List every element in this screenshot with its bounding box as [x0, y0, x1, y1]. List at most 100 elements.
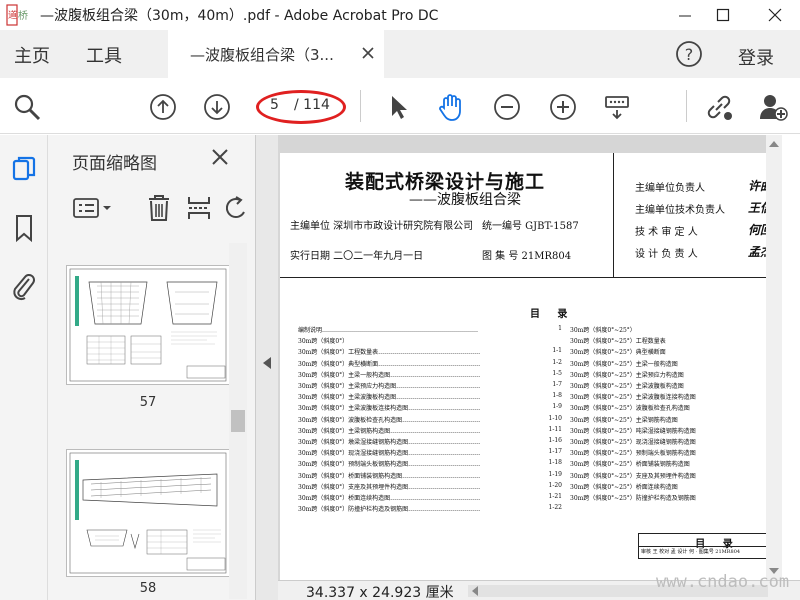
page-dimensions: 34.337 x 24.923 厘米: [306, 585, 454, 600]
toolbar-divider: [360, 90, 361, 122]
cursor-arrow-icon: [392, 96, 407, 119]
close-panel-icon[interactable]: [210, 147, 230, 167]
scroll-left-arrow-icon[interactable]: [472, 586, 478, 596]
toc-entry[interactable]: 30m跨（斜度0°~25°）典型横断面: [570, 347, 770, 356]
options-menu-icon: [73, 198, 111, 218]
panel-splitter[interactable]: [256, 135, 278, 600]
window-title: —波腹板组合梁（30m，40m）.pdf - Adobe Acrobat Pro…: [40, 8, 439, 24]
toc-entry[interactable]: 30m跨（斜度0°~25°）预制端头板钢筋构造图: [570, 448, 770, 457]
document-scrollbar[interactable]: [766, 135, 782, 580]
panel-title: 页面缩略图: [72, 154, 157, 174]
toc-entry[interactable]: 30m跨（斜度0°）主梁波腹板连接构造图………………………………: [298, 403, 528, 412]
toc-entry[interactable]: 30m跨（斜度0°~25°）: [570, 325, 770, 334]
add-user-button[interactable]: [758, 92, 788, 122]
toc-entry[interactable]: 30m跨（斜度0°）主梁波腹板构造图……………………………………: [298, 392, 528, 401]
toc-entry[interactable]: 30m跨（斜度0°~25°）波腹板检查孔构造图: [570, 403, 770, 412]
toc-entry[interactable]: 30m跨（斜度0°~25°）工程数量表: [570, 336, 770, 345]
toc-entry[interactable]: 30m跨（斜度0°）波腹板检查孔构造图…………………………………: [298, 415, 528, 424]
toc-entry[interactable]: 30m跨（斜度0°）: [298, 336, 528, 345]
toc-entry-page: 1-11: [548, 425, 562, 433]
rotate-page-button[interactable]: [226, 193, 246, 223]
toc-entry-page: 1-9: [552, 403, 562, 411]
toc-entry[interactable]: 30m跨（斜度0°）工程数量表……………………………………………: [298, 347, 528, 356]
page-thumbnails-button[interactable]: [10, 155, 38, 185]
tab-document[interactable]: —波腹板组合梁（3...: [168, 30, 384, 78]
svg-text:?: ?: [685, 45, 694, 64]
toc-entry[interactable]: 30m跨（斜度0°~25°）主梁预应力构造图: [570, 370, 770, 379]
tab-home[interactable]: 主页: [14, 42, 50, 68]
page-display-icon: [605, 96, 629, 120]
find-button[interactable]: [12, 92, 42, 122]
toc-entry-page: 1-8: [552, 392, 562, 400]
collapse-panel-arrow-icon[interactable]: [263, 357, 271, 369]
toc-entry[interactable]: 30m跨（斜度0°）主梁预应力构造图……………………………………: [298, 381, 528, 390]
toc-entry-page: 1-20: [548, 481, 562, 489]
toc-entry[interactable]: 30m跨（斜度0°）防撞护栏构造及钢筋图………………………………: [298, 504, 528, 513]
delete-page-button[interactable]: [146, 193, 172, 223]
toc-entry[interactable]: 30m跨（斜度0°）墩梁湿接缝钢筋构造图………………………………: [298, 437, 528, 446]
toc-entry[interactable]: 30m跨（斜度0°~25°）主梁钢筋构造图: [570, 415, 770, 424]
document-viewport[interactable]: 装配式桥梁设计与施工 ——波腹板组合梁 主编单位 深圳市市政设计研究院有限公司 …: [278, 135, 782, 580]
trash-icon: [149, 195, 169, 221]
toc-entry-page: 1-22: [548, 504, 562, 512]
toc-entry-page: 1-18: [548, 459, 562, 467]
toc-entry[interactable]: 30m跨（斜度0°~25°）主梁一般构造图: [570, 359, 770, 368]
signer-role: 主编单位负责人: [635, 183, 705, 194]
signer-role: 主编单位技术负责人: [635, 205, 725, 216]
toc-entry[interactable]: 30m跨（斜度0°）支座及其预埋件构造图………………………………: [298, 482, 528, 491]
page-thumbnail[interactable]: [66, 265, 230, 385]
toc-entry-page: 1-2: [552, 358, 562, 366]
toc-entry[interactable]: 30m跨（斜度0°~25°）桥面铺装钢筋构造图: [570, 459, 770, 468]
toc-entry[interactable]: 30m跨（斜度0°）桥面连续构造图………………………………………: [298, 493, 528, 502]
share-link-button[interactable]: [704, 92, 734, 122]
close-window-button[interactable]: [752, 0, 798, 30]
scrollbar-thumb[interactable]: [231, 410, 245, 432]
toc-entry[interactable]: 30m跨（斜度0°~25°）吨梁湿接缝钢筋构造图: [570, 426, 770, 435]
link-icon: [707, 95, 732, 120]
toc-entry[interactable]: 30m跨（斜度0°）现浇湿接缝钢筋构造图………………………………: [298, 448, 528, 457]
toc-entry[interactable]: 编制说明……………………………………………………………………: [298, 325, 528, 334]
zoom-out-button[interactable]: [492, 92, 522, 122]
next-page-button[interactable]: [202, 92, 232, 122]
toc-entry[interactable]: 30m跨（斜度0°）桥面铺装钢筋构造图…………………………………: [298, 471, 528, 480]
zoom-menu-button[interactable]: [602, 92, 632, 122]
toc-entry-page: 1-17: [548, 448, 562, 456]
zoom-in-button[interactable]: [548, 92, 578, 122]
svg-text:道: 道: [8, 9, 17, 21]
previous-page-button[interactable]: [148, 92, 178, 122]
attachments-button[interactable]: [10, 271, 38, 301]
document-subtitle: ——波腹板组合梁: [409, 192, 521, 208]
zoom-out-icon: [494, 94, 520, 120]
toc-entry[interactable]: 30m跨（斜度0°）典型横断面……………………………………………: [298, 359, 528, 368]
minimize-icon: [679, 15, 691, 17]
tab-tools[interactable]: 工具: [86, 42, 122, 68]
svg-text:桥: 桥: [18, 10, 28, 22]
toc-entry[interactable]: 30m跨（斜度0°~25°）支座及其预埋件构造图: [570, 471, 770, 480]
login-button[interactable]: 登录: [738, 44, 774, 70]
toc-title: 目 录: [530, 309, 568, 320]
toc-entry[interactable]: 30m跨（斜度0°~25°）防撞护栏构造及钢筋图: [570, 493, 770, 502]
toc-entry[interactable]: 30m跨（斜度0°~25°）现浇湿接缝钢筋构造图: [570, 437, 770, 446]
help-icon[interactable]: ?: [674, 39, 704, 69]
toc-entry[interactable]: 30m跨（斜度0°~25°）主梁波腹板构造图: [570, 381, 770, 390]
title-bar: 道 桥 —波腹板组合梁（30m，40m）.pdf - Adobe Acrobat…: [0, 0, 800, 30]
page-thumbnail[interactable]: [66, 449, 230, 577]
toc-entry[interactable]: 30m跨（斜度0°）主梁一般构造图………………………………………: [298, 370, 528, 379]
toolbar-divider: [686, 90, 687, 122]
editor-organization: 主编单位 深圳市市政设计研究院有限公司: [290, 221, 474, 232]
maximize-icon: [716, 8, 730, 22]
thumbnail-scrollbar[interactable]: [229, 243, 247, 599]
toc-entry[interactable]: 30m跨（斜度0°）预制端头板钢筋构造图………………………………: [298, 459, 528, 468]
select-tool-button[interactable]: [384, 92, 414, 122]
arrow-up-circle-icon: [150, 94, 176, 120]
maximize-button[interactable]: [700, 0, 746, 30]
insert-page-button[interactable]: [186, 193, 212, 223]
close-tab-icon[interactable]: [362, 47, 374, 59]
thumbnail-options-button[interactable]: [72, 193, 112, 223]
toc-entry[interactable]: 30m跨（斜度0°）主梁钢筋构造图………………………………………: [298, 426, 528, 435]
hand-tool-button[interactable]: [436, 92, 466, 122]
toc-entry[interactable]: 30m跨（斜度0°~25°）桥面连续构造图: [570, 482, 770, 491]
bookmarks-button[interactable]: [10, 213, 38, 243]
toc-entry[interactable]: 30m跨（斜度0°~25°）主梁波腹板连接构造图: [570, 392, 770, 401]
scroll-up-arrow-icon[interactable]: [769, 141, 779, 147]
